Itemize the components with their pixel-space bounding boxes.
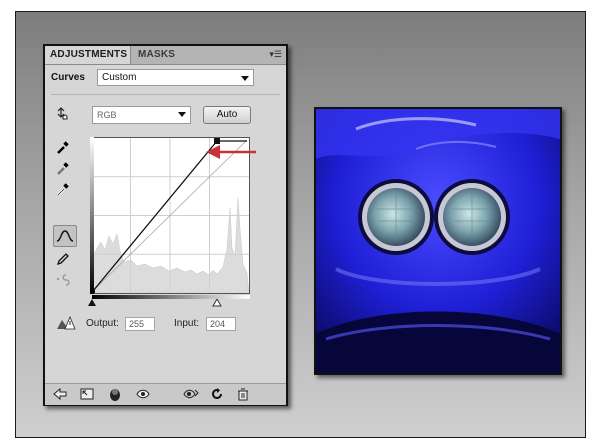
white-point-eyedropper-icon[interactable] <box>53 179 73 199</box>
annotation-arrow-icon <box>206 145 256 159</box>
auto-button[interactable]: Auto <box>203 106 251 124</box>
black-point-eyedropper-icon[interactable] <box>53 137 73 157</box>
channel-value: RGB <box>97 110 117 120</box>
reset-icon[interactable] <box>209 387 225 401</box>
car-headlight-photo <box>314 107 562 375</box>
gray-point-eyedropper-icon[interactable] <box>53 158 73 178</box>
view-previous-icon[interactable] <box>183 387 199 401</box>
channel-dropdown[interactable]: RGB <box>92 106 191 124</box>
pencil-draw-icon[interactable] <box>53 249 73 269</box>
divider <box>51 94 280 95</box>
output-gradient-bar <box>90 137 94 294</box>
panel-bottom-bar <box>45 383 286 405</box>
curve-points-icon[interactable] <box>53 225 77 247</box>
input-label: Input: <box>174 318 200 329</box>
clip-to-layer-icon[interactable] <box>107 387 123 401</box>
histogram <box>92 197 249 293</box>
chevron-down-icon <box>241 76 249 81</box>
clipping-warning-icon[interactable] <box>56 315 76 335</box>
input-field[interactable]: 204 <box>206 317 236 331</box>
smooth-icon[interactable] <box>53 270 73 290</box>
adjustment-name: Curves <box>51 72 85 83</box>
input-gradient-bar <box>92 295 250 299</box>
preset-dropdown[interactable]: Custom <box>97 69 254 86</box>
panel-menu-icon[interactable]: ▾☰ <box>269 49 282 60</box>
visibility-eye-icon[interactable] <box>135 387 151 401</box>
white-point-slider-icon[interactable] <box>212 299 222 307</box>
tab-adjustments[interactable]: ADJUSTMENTS <box>45 46 131 64</box>
back-arrow-icon[interactable] <box>52 387 68 401</box>
trash-icon[interactable] <box>235 387 251 401</box>
tab-masks[interactable]: MASKS <box>133 46 180 64</box>
output-label: Output: <box>86 318 119 329</box>
expanded-view-icon[interactable] <box>79 387 95 401</box>
adjustments-panel: ADJUSTMENTS MASKS ▾☰ Curves Custom RGB A… <box>43 44 288 406</box>
on-image-adjust-icon[interactable] <box>53 104 73 124</box>
panel-tab-bar: ADJUSTMENTS MASKS ▾☰ <box>45 46 286 65</box>
output-field[interactable]: 255 <box>125 317 155 331</box>
chevron-down-icon <box>178 112 186 117</box>
preset-value: Custom <box>102 72 137 83</box>
black-point-slider-icon[interactable] <box>87 299 97 307</box>
